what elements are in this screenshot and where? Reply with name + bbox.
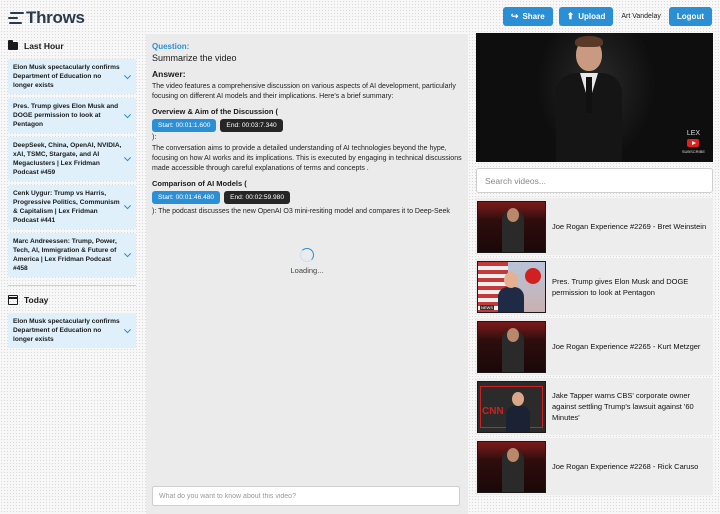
question-label: Question: [152,42,190,51]
section-title: Last Hour [24,41,64,51]
start-timestamp-button[interactable]: Start: 00:01:46.480 [152,191,221,204]
section-body-partial: ): The podcast discusses the new OpenAI … [152,207,462,217]
video-thumbnail[interactable] [477,320,546,373]
chevron-down-icon[interactable] [123,71,132,79]
answer-intro: The video features a comprehensive discu… [152,83,456,100]
end-timestamp-button[interactable]: End: 00:02:59.980 [224,191,290,204]
question-text: Summarize the video [152,53,237,63]
history-item-label: DeepSeek, China, OpenAI, NVIDIA, xAI, TS… [13,142,122,176]
section-body: The podcast discusses the new OpenAI O3 … [158,208,450,215]
section-divider [8,285,136,286]
history-item[interactable]: Elon Musk spectacularly confirms Departm… [8,59,136,94]
video-card[interactable]: NEWS Pres. Trump gives Elon Musk and DOG… [476,258,713,315]
section-heading: Comparison of AI Models ( [152,179,247,188]
answer-label: Answer: [152,69,186,79]
video-title[interactable]: Jake Tapper warns CBS' corporate owner a… [546,390,713,423]
spinner-icon [300,248,314,262]
share-icon: ↪ [510,11,519,21]
section-close: ): [152,134,157,141]
video-thumbnail[interactable] [477,440,546,493]
video-player[interactable]: LEX SUBSCRIBE [476,33,713,162]
history-sidebar: Last Hour Elon Musk spectacularly confir… [8,40,136,352]
news-tag: NEWS [480,304,494,310]
app-logo[interactable]: Throws [8,8,85,28]
upload-icon: ⬆ [566,11,575,21]
question-input[interactable] [152,486,460,506]
loading-indicator: Loading... [146,248,468,275]
chat-panel: Question: Summarize the video Answer: Th… [146,34,468,514]
search-input[interactable] [476,168,713,193]
video-thumbnail[interactable]: NEWS [477,260,546,313]
end-timestamp-button[interactable]: End: 00:03:7.340 [220,119,283,132]
video-title[interactable]: Joe Rogan Experience #2268 - Rick Caruso [546,461,704,472]
video-title[interactable]: Joe Rogan Experience #2265 - Kurt Metzge… [546,341,706,352]
history-item-label: Elon Musk spectacularly confirms Departm… [13,318,120,343]
video-card[interactable]: Joe Rogan Experience #2268 - Rick Caruso [476,438,713,495]
calendar-icon [8,295,18,305]
video-card[interactable]: CNN Jake Tapper warns CBS' corporate own… [476,378,713,435]
chevron-down-icon[interactable] [123,202,132,210]
chevron-down-icon[interactable] [123,325,132,333]
history-item[interactable]: Cenk Uygur: Trump vs Harris, Progressive… [8,185,136,229]
timestamp-row: Start: 00:01:1.600 End: 00:03:7.340 [152,119,462,132]
section-title: Today [24,295,49,305]
video-card[interactable]: Joe Rogan Experience #2265 - Kurt Metzge… [476,318,713,375]
timestamp-row: Start: 00:01:46.480 End: 00:02:59.980 [152,191,462,204]
section-heading: Overview & Aim of the Discussion ( [152,107,279,116]
channel-badge: LEX SUBSCRIBE [682,130,705,156]
history-item-label: Pres. Trump gives Elon Musk and DOGE per… [13,103,119,128]
chevron-down-icon[interactable] [123,154,132,162]
video-title[interactable]: Pres. Trump gives Elon Musk and DOGE per… [546,276,713,298]
user-name: Art Vandelay [621,13,661,20]
loading-text: Loading... [290,266,324,275]
video-list: Joe Rogan Experience #2269 - Bret Weinst… [476,198,713,498]
subscribe-text: SUBSCRIBE [681,149,705,154]
chevron-down-icon[interactable] [123,250,132,258]
section-body: The conversation aims to provide a detai… [152,145,462,172]
video-card[interactable]: Joe Rogan Experience #2269 - Bret Weinst… [476,198,713,255]
folder-icon [8,40,18,50]
chevron-down-icon[interactable] [123,110,132,118]
youtube-icon [687,139,700,147]
history-item[interactable]: Elon Musk spectacularly confirms Departm… [8,313,136,348]
upload-label: Upload [578,12,606,21]
history-item-label: Elon Musk spectacularly confirms Departm… [13,64,120,89]
section-today: Today [8,294,136,306]
speaker-tie [586,77,592,113]
share-label: Share [522,12,545,21]
history-item[interactable]: Pres. Trump gives Elon Musk and DOGE per… [8,98,136,133]
history-item-label: Marc Andreessen: Trump, Power, Tech, AI,… [13,238,117,272]
video-thumbnail[interactable]: CNN [477,380,546,433]
history-item[interactable]: Marc Andreessen: Trump, Power, Tech, AI,… [8,233,136,277]
history-item[interactable]: DeepSeek, China, OpenAI, NVIDIA, xAI, TS… [8,137,136,181]
share-button[interactable]: ↪ Share [502,7,553,26]
section-last-hour: Last Hour [8,40,136,52]
logo-icon [8,11,24,25]
header-actions: ↪ Share ⬆ Upload Art Vandelay Logout [502,7,712,26]
qa-block: Question: Summarize the video Answer: Th… [146,34,468,225]
section-close: ): [152,208,157,215]
logo-text: Throws [26,8,85,27]
history-item-label: Cenk Uygur: Trump vs Harris, Progressive… [13,190,120,224]
video-title[interactable]: Joe Rogan Experience #2269 - Bret Weinst… [546,221,712,232]
start-timestamp-button[interactable]: Start: 00:01:1.600 [152,119,217,132]
video-thumbnail[interactable] [477,200,546,253]
channel-badge-text: LEX [686,130,701,137]
logout-button[interactable]: Logout [668,7,712,26]
upload-button[interactable]: ⬆ Upload [558,7,614,26]
speaker-hair [575,36,603,47]
cnn-logo: CNN [482,406,504,417]
